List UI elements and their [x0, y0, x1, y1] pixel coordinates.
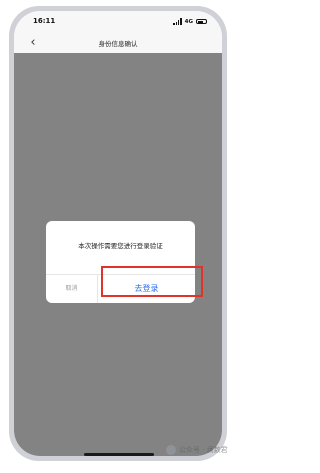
wechat-logo-icon	[166, 445, 176, 455]
battery-icon	[196, 19, 207, 24]
phone-screen: 16:11 4G ‹ 身份信息确认 本次操作需要您进行登录验证 取消 去登录	[14, 11, 222, 456]
signal-icon	[173, 18, 182, 25]
nav-bar: ‹ 身份信息确认	[14, 33, 222, 53]
status-time: 16:11	[33, 17, 56, 25]
status-indicators: 4G	[173, 17, 207, 26]
watermark: 公众号 · 澜数君	[166, 440, 240, 460]
watermark-text: 公众号 · 澜数君	[179, 446, 228, 454]
home-indicator	[84, 453, 154, 456]
cancel-button[interactable]: 取消	[46, 275, 97, 303]
page-title: 身份信息确认	[98, 40, 138, 48]
status-bar: 16:11 4G	[14, 11, 222, 33]
network-label: 4G	[184, 18, 193, 25]
phone-frame: 16:11 4G ‹ 身份信息确认 本次操作需要您进行登录验证 取消 去登录	[9, 6, 227, 461]
highlight-annotation-box	[101, 266, 203, 297]
dialog-message: 本次操作需要您进行登录验证	[78, 242, 163, 250]
